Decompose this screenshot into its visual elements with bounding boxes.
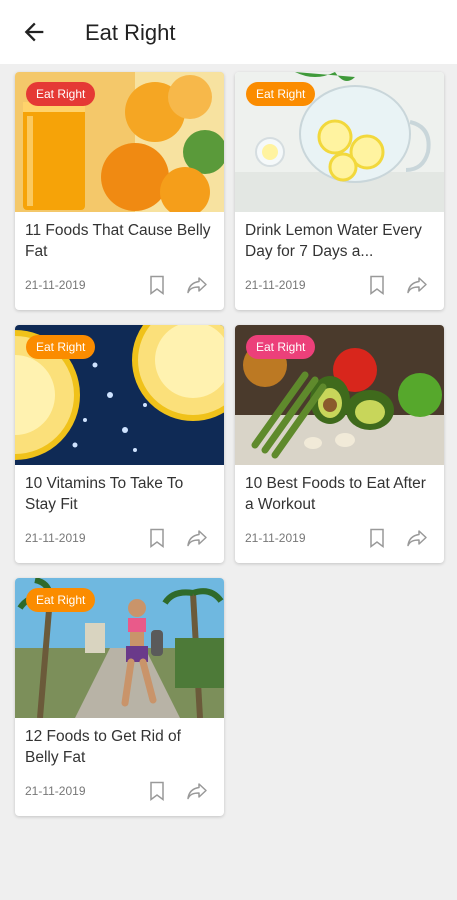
vegetables-image: Eat Right: [235, 325, 444, 465]
article-date: 21-11-2019: [245, 531, 306, 545]
share-icon[interactable]: [186, 528, 208, 548]
article-date: 21-11-2019: [25, 531, 86, 545]
share-icon[interactable]: [186, 781, 208, 801]
bookmark-icon[interactable]: [149, 275, 165, 295]
article-card[interactable]: Eat Right Drink Lemon Water Every Day fo…: [235, 72, 444, 310]
lemon-water-image: Eat Right: [235, 72, 444, 212]
share-icon[interactable]: [406, 528, 428, 548]
share-icon[interactable]: [186, 275, 208, 295]
lemon-slices-image: Eat Right: [15, 325, 224, 465]
category-badge: Eat Right: [246, 335, 316, 359]
article-title: Drink Lemon Water Every Day for 7 Days a…: [245, 222, 422, 260]
bookmark-icon[interactable]: [369, 275, 385, 295]
article-title: 12 Foods to Get Rid of Belly Fat: [25, 728, 181, 766]
article-card[interactable]: Eat Right 11 Foods That Cause Belly Fat …: [15, 72, 224, 310]
article-card[interactable]: Eat Right 12 Foods to Get Rid of Belly F…: [15, 578, 224, 816]
bookmark-icon[interactable]: [369, 528, 385, 548]
article-card[interactable]: Eat Right 10 Best Foods to Eat After a W…: [235, 325, 444, 563]
orange-juice-image: Eat Right: [15, 72, 224, 212]
category-badge: Eat Right: [26, 82, 96, 106]
article-date: 21-11-2019: [25, 784, 86, 798]
category-badge: Eat Right: [26, 588, 96, 612]
woman-running-image: Eat Right: [15, 578, 224, 718]
article-card[interactable]: Eat Right 10 Vitamins To Take To Stay Fi…: [15, 325, 224, 563]
category-badge: Eat Right: [246, 82, 316, 106]
page-title: Eat Right: [85, 20, 176, 45]
article-date: 21-11-2019: [245, 278, 306, 292]
article-date: 21-11-2019: [25, 278, 86, 292]
app-bar: Eat Right: [0, 0, 457, 64]
bookmark-icon[interactable]: [149, 781, 165, 801]
bookmark-icon[interactable]: [149, 528, 165, 548]
article-title: 10 Vitamins To Take To Stay Fit: [25, 475, 184, 513]
article-title: 10 Best Foods to Eat After a Workout: [245, 475, 426, 513]
article-title: 11 Foods That Cause Belly Fat: [25, 222, 211, 260]
arrow-left-icon[interactable]: [20, 18, 48, 46]
share-icon[interactable]: [406, 275, 428, 295]
category-badge: Eat Right: [26, 335, 96, 359]
